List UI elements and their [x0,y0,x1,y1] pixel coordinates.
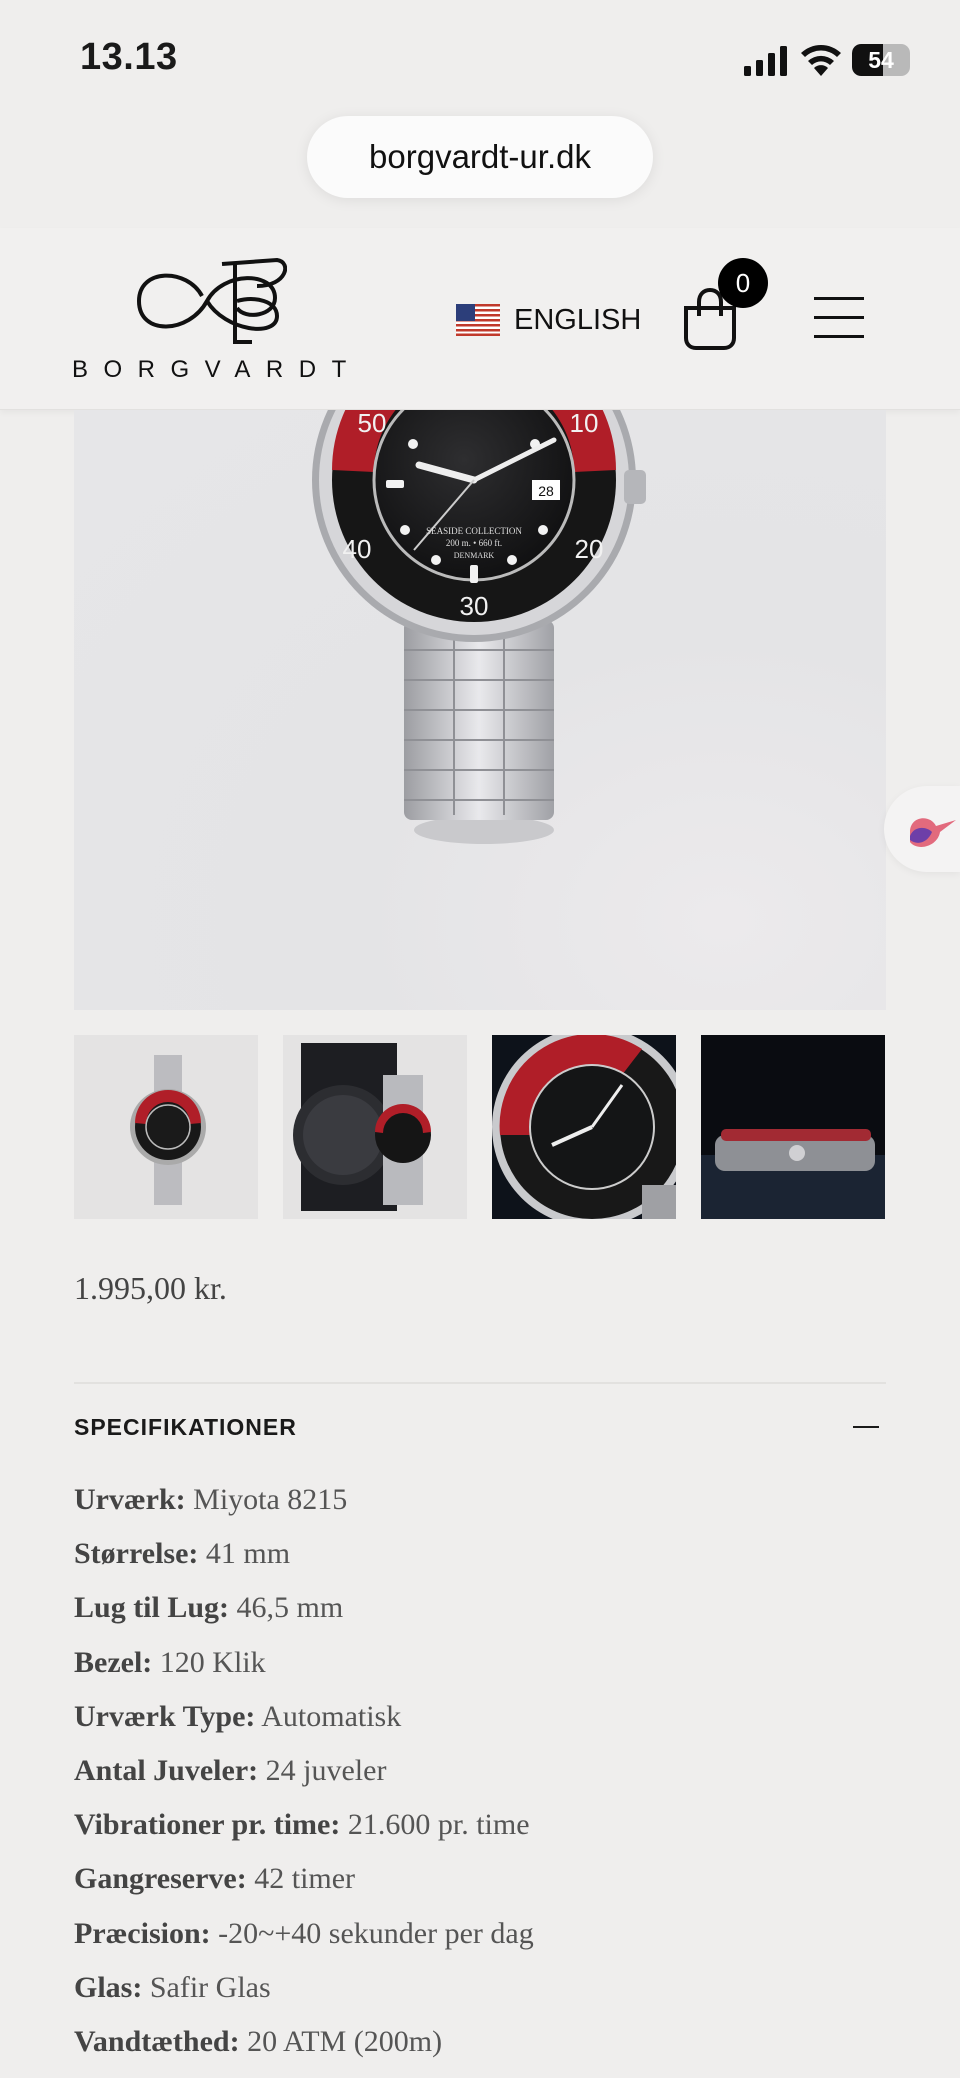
battery-percent: 54 [868,47,894,73]
thumbnail-watch-closeup [492,1035,676,1219]
spec-row: Præcision: -20~+40 sekunder per dag [74,1912,894,1966]
address-bar-url: borgvardt-ur.dk [369,138,591,175]
spec-label: Lug til Lug: [74,1591,230,1625]
spec-label: Glas: [74,1970,143,2004]
thumbnail-watch-side [701,1129,885,1219]
cart-count-badge: 0 [718,258,768,308]
spec-row: Vibrationer pr. time: 21.600 pr. time [74,1803,894,1857]
spec-row: Gangreserve: 42 timer [74,1857,894,1911]
spec-row: Urværk: Miyota 8215 [74,1478,894,1532]
borgvardt-monogram-icon [136,257,287,344]
product-price: 1.995,00 kr. [74,1270,227,1306]
collapse-minus-icon[interactable] [853,1426,879,1428]
wifi-icon [801,45,841,76]
spec-value: 46,5 mm [229,1591,344,1625]
thumbnail-watch-caseback [293,1043,431,1211]
spec-label: Størrelse: [74,1537,199,1571]
bezel-number-10: 10 [570,410,599,438]
spec-value: -20~+40 sekunder per dag [210,1916,534,1950]
cellular-signal-icon [744,46,787,76]
thumbnail-4[interactable] [701,1035,885,1219]
language-switcher[interactable]: ENGLISH [456,300,641,340]
thumbnail-3[interactable] [492,1035,676,1219]
battery-icon: 54 [852,44,910,76]
us-flag-icon [456,304,500,336]
watch-dial-line-2: 200 m. • 660 ft. [446,538,502,548]
product-main-image[interactable]: 28 SEASIDE COLLECTION 200 m. • 660 ft. D… [74,410,886,1010]
spec-label: Urværk Type: [74,1699,256,1733]
bezel-number-30: 30 [460,591,489,621]
spec-value: Automatisk [255,1699,402,1733]
spec-row: Urværk Type: Automatisk [74,1695,894,1749]
bezel-number-50: 50 [358,410,387,438]
brand-logo[interactable]: BORGVARDT [72,256,350,384]
spec-label: Vibrationer pr. time: [74,1808,341,1842]
thumbnail-2[interactable] [283,1035,467,1219]
spec-value: Miyota 8215 [185,1483,348,1516]
spec-label: Bezel: [74,1645,153,1679]
watch-dial-line-3: DENMARK [454,551,495,560]
thumbnail-watch-front [130,1055,206,1205]
watch-date: 28 [538,483,554,499]
specs-accordion-title[interactable]: SPECIFIKATIONER [74,1414,297,1441]
status-time: 13.13 [80,36,178,78]
spec-value: 42 timer [246,1862,356,1896]
status-bar: 13.13 54 [0,0,960,110]
spec-row: Antal Juveler: 24 juveler [74,1749,894,1803]
hummingbird-icon [910,818,956,847]
spec-label: Antal Juveler: [74,1753,259,1787]
address-bar[interactable]: borgvardt-ur.dk [307,116,653,198]
spec-label: Gangreserve: [74,1862,247,1896]
hamburger-menu-icon[interactable] [814,294,864,340]
watch-dial-line-1: SEASIDE COLLECTION [426,526,522,536]
watch-illustration: 28 SEASIDE COLLECTION 200 m. • 660 ft. D… [312,410,646,844]
section-divider [74,1382,886,1384]
spec-value: 41 mm [198,1537,291,1571]
spec-label: Præcision: [74,1916,211,1950]
thumbnail-1[interactable] [74,1035,258,1219]
bezel-number-20: 20 [575,534,604,564]
spec-value: 21.600 pr. time [340,1808,530,1842]
spec-value: 120 Klik [152,1645,266,1679]
spec-row: Størrelse: 41 mm [74,1532,894,1586]
brand-wordmark: BORGVARDT [72,356,362,383]
spec-row: Glas: Safir Glas [74,1966,894,2020]
spec-label: Urværk: [74,1483,186,1516]
spec-row: Bezel: 120 Klik [74,1641,894,1695]
spec-value: 20 ATM (200m) [239,2024,443,2058]
spec-label: Vandtæthed: [74,2024,240,2058]
chat-assistant-button[interactable] [884,786,960,872]
spec-value: 24 juveler [258,1753,387,1787]
spec-row: Lug til Lug: 46,5 mm [74,1586,894,1640]
specs-list: Urværk: Miyota 8215 Størrelse: 41 mm Lug… [74,1478,894,2074]
bezel-number-40: 40 [343,534,372,564]
spec-row: Vandtæthed: 20 ATM (200m) [74,2020,894,2074]
language-label: ENGLISH [514,303,642,336]
spec-value: Safir Glas [142,1970,271,2004]
site-header: BORGVARDT ENGLISH 0 [0,228,960,410]
